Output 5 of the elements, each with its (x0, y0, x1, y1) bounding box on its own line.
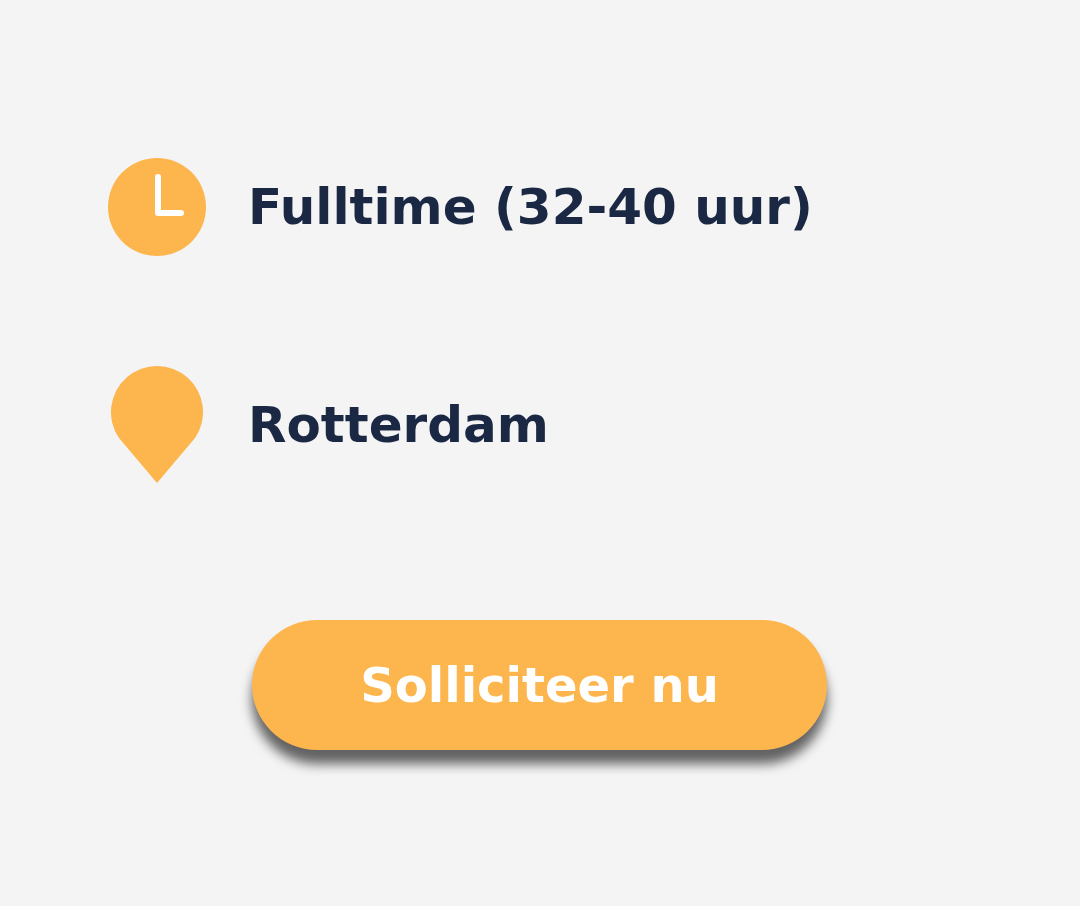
clock-icon (108, 158, 206, 256)
detail-text: Rotterdam (248, 395, 549, 454)
map-pin-icon (111, 366, 203, 483)
apply-button[interactable]: Solliciteer nu (252, 620, 827, 750)
detail-text: Fulltime (32-40 uur) (248, 178, 813, 236)
